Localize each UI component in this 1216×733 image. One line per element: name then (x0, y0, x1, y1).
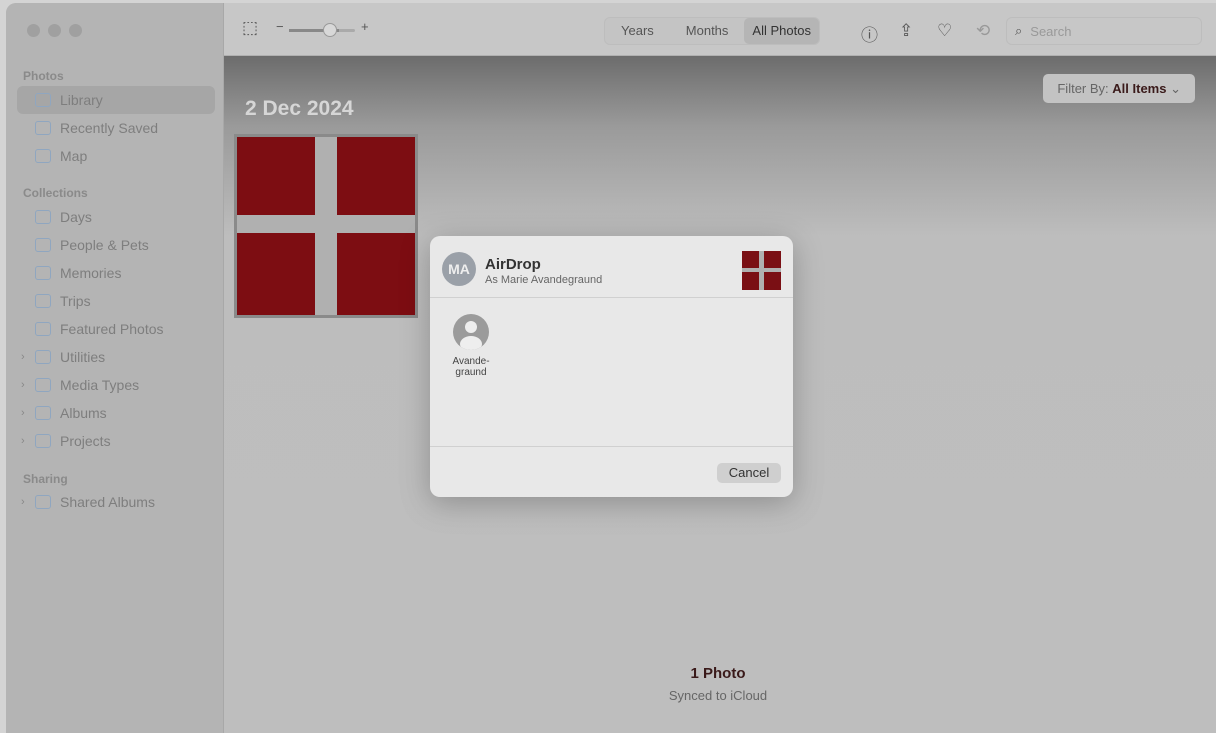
sidebar-item-trips[interactable]: Trips (17, 287, 215, 315)
sidebar-item-label: Media Types (60, 377, 140, 393)
sidebar-item-label: People & Pets (60, 237, 149, 253)
sync-status: Synced to iCloud (668, 688, 768, 703)
zoom-slider-thumb[interactable] (323, 23, 337, 37)
toolbar: ⬚ − + Years Months All Photos ⓘ ⇪ ♡ ⟲ ⌕ … (224, 3, 1216, 56)
search-icon: ⌕ (1015, 23, 1023, 38)
sidebar-icon (35, 406, 51, 420)
sidebar-icon (35, 378, 51, 392)
dialog-subtitle: As Marie Avandegraund (485, 274, 603, 286)
shared-item-thumbnail (742, 251, 781, 290)
sidebar-item-label: Utilities (60, 349, 106, 365)
minimize-button[interactable] (48, 24, 61, 37)
avatar: MA (442, 252, 476, 286)
search-input[interactable]: ⌕ Search (1006, 17, 1202, 45)
zoom-slider[interactable] (289, 23, 355, 37)
sidebar-item-label: Map (60, 148, 88, 164)
section-photos: Photos (23, 69, 64, 83)
sidebar-icon (35, 350, 51, 364)
sidebar-icon (35, 149, 51, 163)
sidebar-item-label: Shared Albums (60, 494, 155, 510)
sidebar-item-library[interactable]: Library (17, 86, 215, 114)
sidebar-icon (35, 121, 51, 135)
sidebar-item-label: Days (60, 209, 92, 225)
sidebar-icon (35, 93, 51, 107)
sidebar-item-projects[interactable]: › Projects (17, 427, 215, 455)
aspect-toggle-icon[interactable]: ⬚ (242, 18, 258, 38)
sidebar-item-label: Trips (60, 293, 91, 309)
section-sharing: Sharing (23, 472, 68, 486)
sidebar-item-label: Projects (60, 433, 111, 449)
info-icon[interactable]: ⓘ (861, 21, 878, 46)
sidebar-icon (35, 238, 51, 252)
chevron-down-icon: ⌄ (1170, 81, 1181, 96)
dialog-title: AirDrop (485, 256, 541, 273)
sidebar-item-label: Memories (60, 265, 122, 281)
heart-icon[interactable]: ♡ (937, 21, 952, 41)
share-icon[interactable]: ⇪ (899, 21, 913, 41)
window-controls (27, 24, 82, 37)
sidebar-item-recently-saved[interactable]: Recently Saved (17, 114, 215, 142)
sidebar: Photos Collections Sharing Library Recent… (6, 3, 224, 733)
peer-name-line2: graund (455, 367, 487, 378)
chevron-right-icon[interactable]: › (21, 351, 25, 363)
section-collections: Collections (23, 186, 88, 200)
sidebar-item-label: Featured Photos (60, 321, 164, 337)
sidebar-item-utilities[interactable]: › Utilities (17, 343, 215, 371)
sidebar-icon (35, 495, 51, 509)
chevron-right-icon[interactable]: › (21, 496, 25, 508)
peer-name-line1: Avande- (452, 356, 490, 367)
sidebar-icon (35, 266, 51, 280)
filter-value: All Items (1112, 81, 1167, 96)
filter-dropdown[interactable]: Filter By: All Items ⌄ (1043, 74, 1195, 103)
photo-count: 1 Photo (690, 665, 746, 682)
tab-months[interactable]: Months (670, 18, 745, 44)
cancel-button[interactable]: Cancel (717, 463, 781, 483)
photo-thumbnail[interactable] (234, 134, 418, 318)
date-heading: 2 Dec 2024 (245, 97, 354, 120)
sidebar-item-label: Library (60, 92, 103, 108)
airdrop-dialog: MA AirDrop As Marie Avandegraund Avande-… (430, 236, 793, 497)
chevron-right-icon[interactable]: › (21, 379, 25, 391)
sidebar-icon (35, 294, 51, 308)
rotate-icon[interactable]: ⟲ (976, 21, 990, 41)
sidebar-item-albums[interactable]: › Albums (17, 399, 215, 427)
chevron-right-icon[interactable]: › (21, 407, 25, 419)
search-placeholder: Search (1030, 23, 1072, 39)
zoom-in-button[interactable]: + (361, 19, 369, 34)
person-icon (453, 314, 489, 350)
sidebar-item-memories[interactable]: Memories (17, 259, 215, 287)
view-tabs: Years Months All Photos (604, 17, 820, 45)
sidebar-item-days[interactable]: Days (17, 203, 215, 231)
sidebar-icon (35, 434, 51, 448)
tab-all-photos[interactable]: All Photos (744, 18, 819, 44)
zoom-button[interactable] (69, 24, 82, 37)
airdrop-peer[interactable]: Avande- graund (442, 314, 500, 378)
close-button[interactable] (27, 24, 40, 37)
sidebar-icon (35, 322, 51, 336)
filter-label: Filter By: (1057, 81, 1109, 96)
sidebar-item-label: Albums (60, 405, 107, 421)
sidebar-icon (35, 210, 51, 224)
sidebar-item-media-types[interactable]: › Media Types (17, 371, 215, 399)
sidebar-item-featured-photos[interactable]: Featured Photos (17, 315, 215, 343)
chevron-right-icon[interactable]: › (21, 435, 25, 447)
sidebar-item-map[interactable]: Map (17, 142, 215, 170)
sidebar-item-shared-albums[interactable]: › Shared Albums (17, 488, 215, 516)
zoom-out-button[interactable]: − (276, 19, 284, 34)
sidebar-item-people-pets[interactable]: People & Pets (17, 231, 215, 259)
sidebar-item-label: Recently Saved (60, 120, 159, 136)
tab-years[interactable]: Years (605, 18, 670, 44)
